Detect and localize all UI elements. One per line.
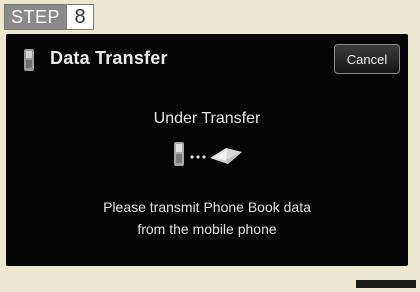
step-number: 8 — [66, 5, 94, 29]
screen-title: Data Transfer — [50, 48, 168, 68]
transfer-dots-icon — [190, 155, 206, 159]
screen-header: Data Transfer Cancel — [6, 34, 408, 86]
step-badge: STEP 8 — [4, 4, 95, 30]
message-line-2: from the mobile phone — [137, 221, 277, 237]
figure-code-tag — [356, 280, 416, 288]
step-label: STEP — [5, 5, 67, 29]
mobile-phone-icon — [22, 48, 36, 72]
device-screen: Data Transfer Cancel Under Transfer Plea… — [6, 34, 408, 266]
transfer-message: Please transmit Phone Book data from the… — [6, 196, 408, 240]
message-line-1: Please transmit Phone Book data — [103, 199, 311, 215]
cancel-button[interactable]: Cancel — [334, 44, 400, 74]
phone-book-icon — [210, 148, 242, 164]
bottom-strip — [0, 266, 420, 292]
mobile-phone-icon — [174, 142, 184, 166]
transfer-graphic — [166, 138, 250, 170]
status-title: Under Transfer — [153, 110, 261, 127]
